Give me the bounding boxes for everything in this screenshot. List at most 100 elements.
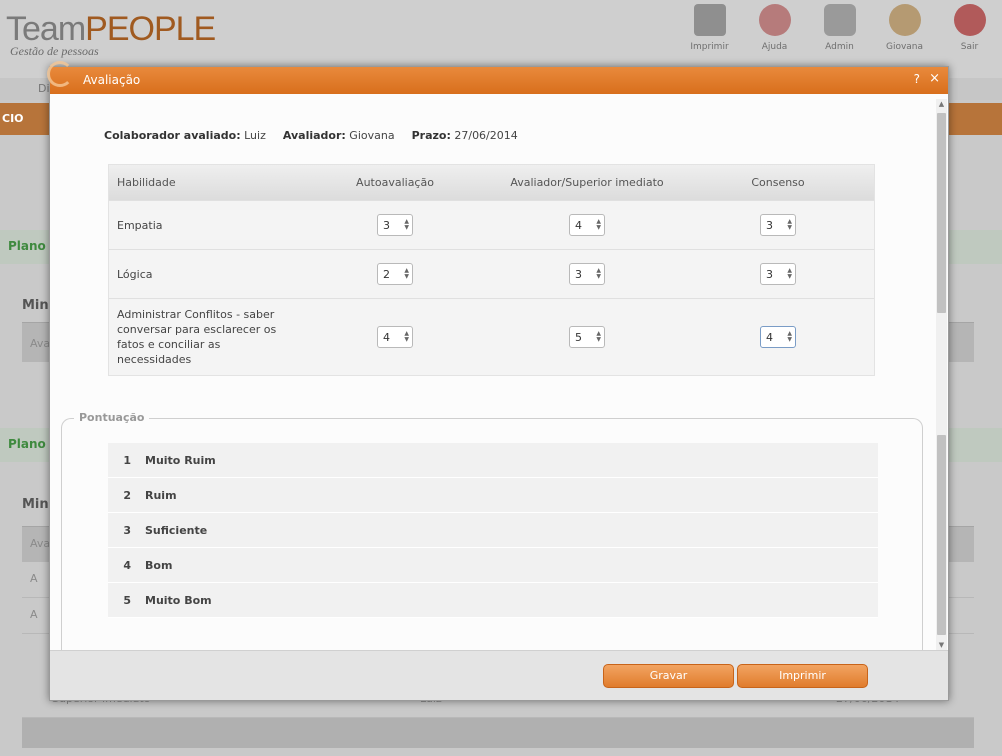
scroll-up-icon[interactable]: ▲ [936,99,947,109]
topnav-print[interactable]: Imprimir [677,2,742,52]
consenso-spinner[interactable]: 3 ▲ ▼ [760,214,796,236]
autoavaliacao-spinner[interactable]: 3 ▲ ▼ [377,214,413,236]
avaliador-spinner[interactable]: 4 ▲ ▼ [569,214,605,236]
colaborador-value: Luiz [244,129,266,142]
topnav-admin[interactable]: Admin [807,2,872,52]
background-tab[interactable]: Di [38,82,50,95]
spinner-arrows-icon[interactable]: ▲ ▼ [404,268,409,280]
table-row: Lógica 2 ▲ ▼ 3 ▲ ▼ 3 ▲ ▼ [109,249,874,298]
topnav-exit[interactable]: Sair [937,2,1002,52]
tools-icon [823,4,856,36]
spinner-arrows-icon[interactable]: ▲ ▼ [787,219,792,231]
logo-team-text: Team [6,10,86,48]
header-autoavaliacao: Autoavaliação [356,176,434,189]
dialog-titlebar[interactable]: Avaliação ? × [47,61,948,94]
consenso-spinner[interactable]: 3 ▲ ▼ [760,263,796,285]
background-row-label-2: A [30,608,38,621]
app-logo: TeamPEOPLE Gestão de pessoas [6,10,216,58]
list-item: 3 Suficiente [108,513,878,548]
dialog-scrollbar[interactable]: ▲ ▼ [936,99,947,650]
evaluation-dialog: Avaliação ? × Colaborador avaliado: Luiz… [47,61,949,701]
evaluation-info: Colaborador avaliado: Luiz Avaliador: Gi… [104,129,518,142]
topnav-help-label: Ajuda [761,42,788,52]
pontuacao-legend: Pontuação [74,411,150,424]
spinner-value: 3 [766,267,773,281]
score-label: Muito Bom [145,593,212,607]
table-row: Empatia 3 ▲ ▼ 4 ▲ ▼ 3 ▲ ▼ [109,200,874,249]
background-row-label: A [30,572,38,585]
skill-name: Empatia [117,218,163,232]
imprimir-button[interactable]: Imprimir [737,664,868,688]
user-icon [888,4,921,36]
score-label: Ruim [145,488,177,502]
list-item: 5 Muito Bom [108,583,878,618]
logo-people-text: PEOPLE [85,10,216,48]
list-item: 2 Ruim [108,478,878,513]
topnav-user[interactable]: Giovana [872,2,937,52]
spinner-value: 4 [383,330,390,344]
spinner-arrows-icon[interactable]: ▲ ▼ [787,268,792,280]
score-number: 4 [123,558,131,572]
spinner-value: 4 [575,218,582,232]
skill-name: Administrar Conflitos - saber conversar … [117,308,277,366]
avaliador-label: Avaliador: [282,129,346,142]
score-label: Bom [145,558,173,572]
topnav-user-label: Giovana [885,42,924,52]
dialog-title: Avaliação [83,73,141,87]
topnav-help[interactable]: Ajuda [742,2,807,52]
score-number: 2 [123,488,131,502]
top-navigation: Imprimir Ajuda Admin Giovana Sair [677,2,1002,52]
gravar-button[interactable]: Gravar [603,664,734,688]
scrollbar-thumb-lower[interactable] [937,435,946,635]
spinner-arrows-icon[interactable]: ▲ ▼ [404,219,409,231]
topnav-exit-label: Sair [960,42,979,52]
background-panel-label-2: Ava [30,537,51,550]
spinner-arrows-icon[interactable]: ▲ ▼ [404,331,409,343]
spinner-arrows-icon[interactable]: ▲ ▼ [596,268,601,280]
prazo-value: 27/06/2014 [454,129,518,142]
spinner-value: 2 [383,267,390,281]
spinner-value: 3 [766,218,773,232]
dialog-footer: Gravar Imprimir [50,650,948,700]
list-item: 4 Bom [108,548,878,583]
spinner-value: 3 [383,218,390,232]
score-number: 3 [123,523,131,537]
help-button[interactable]: ? [914,72,920,86]
help-lifebuoy-icon [758,4,791,36]
spinner-arrows-icon[interactable]: ▲ ▼ [787,331,792,343]
prazo-label: Prazo: [411,129,451,142]
scroll-down-icon[interactable]: ▼ [936,640,947,650]
printer-icon [693,4,726,36]
list-item: 1 Muito Ruim [108,443,878,478]
background-panel-label: Ava [30,337,51,350]
score-label: Muito Ruim [145,453,216,467]
score-number: 5 [123,593,131,607]
skills-table: Habilidade Autoavaliação Avaliador/Super… [108,164,875,376]
background-menu-item[interactable]: CIO [2,112,24,125]
dialog-logo-icon [47,61,73,87]
scrollbar-thumb[interactable] [937,113,946,313]
close-button[interactable]: × [929,71,940,86]
spinner-arrows-icon[interactable]: ▲ ▼ [596,219,601,231]
consenso-spinner[interactable]: 4 ▲ ▼ [760,326,796,348]
header-consenso: Consenso [751,176,805,189]
header-habilidade: Habilidade [117,176,176,189]
header-avaliador: Avaliador/Superior imediato [510,176,664,189]
avaliador-value: Giovana [349,129,395,142]
score-list: 1 Muito Ruim 2 Ruim 3 Suficiente 4 Bom 5… [108,443,878,618]
spinner-arrows-icon[interactable]: ▲ ▼ [596,331,601,343]
background-footer-bar [22,718,974,748]
spinner-value: 3 [575,267,582,281]
avaliador-spinner[interactable]: 3 ▲ ▼ [569,263,605,285]
autoavaliacao-spinner[interactable]: 2 ▲ ▼ [377,263,413,285]
colaborador-label: Colaborador avaliado: [104,129,241,142]
power-icon [953,4,986,36]
autoavaliacao-spinner[interactable]: 4 ▲ ▼ [377,326,413,348]
table-row: Administrar Conflitos - saber conversar … [109,298,874,375]
dialog-body: Colaborador avaliado: Luiz Avaliador: Gi… [50,94,948,650]
topnav-print-label: Imprimir [690,42,729,52]
avaliador-spinner[interactable]: 5 ▲ ▼ [569,326,605,348]
score-label: Suficiente [145,523,208,537]
table-header: Habilidade Autoavaliação Avaliador/Super… [109,165,874,200]
logo-subtitle: Gestão de pessoas [10,44,99,58]
